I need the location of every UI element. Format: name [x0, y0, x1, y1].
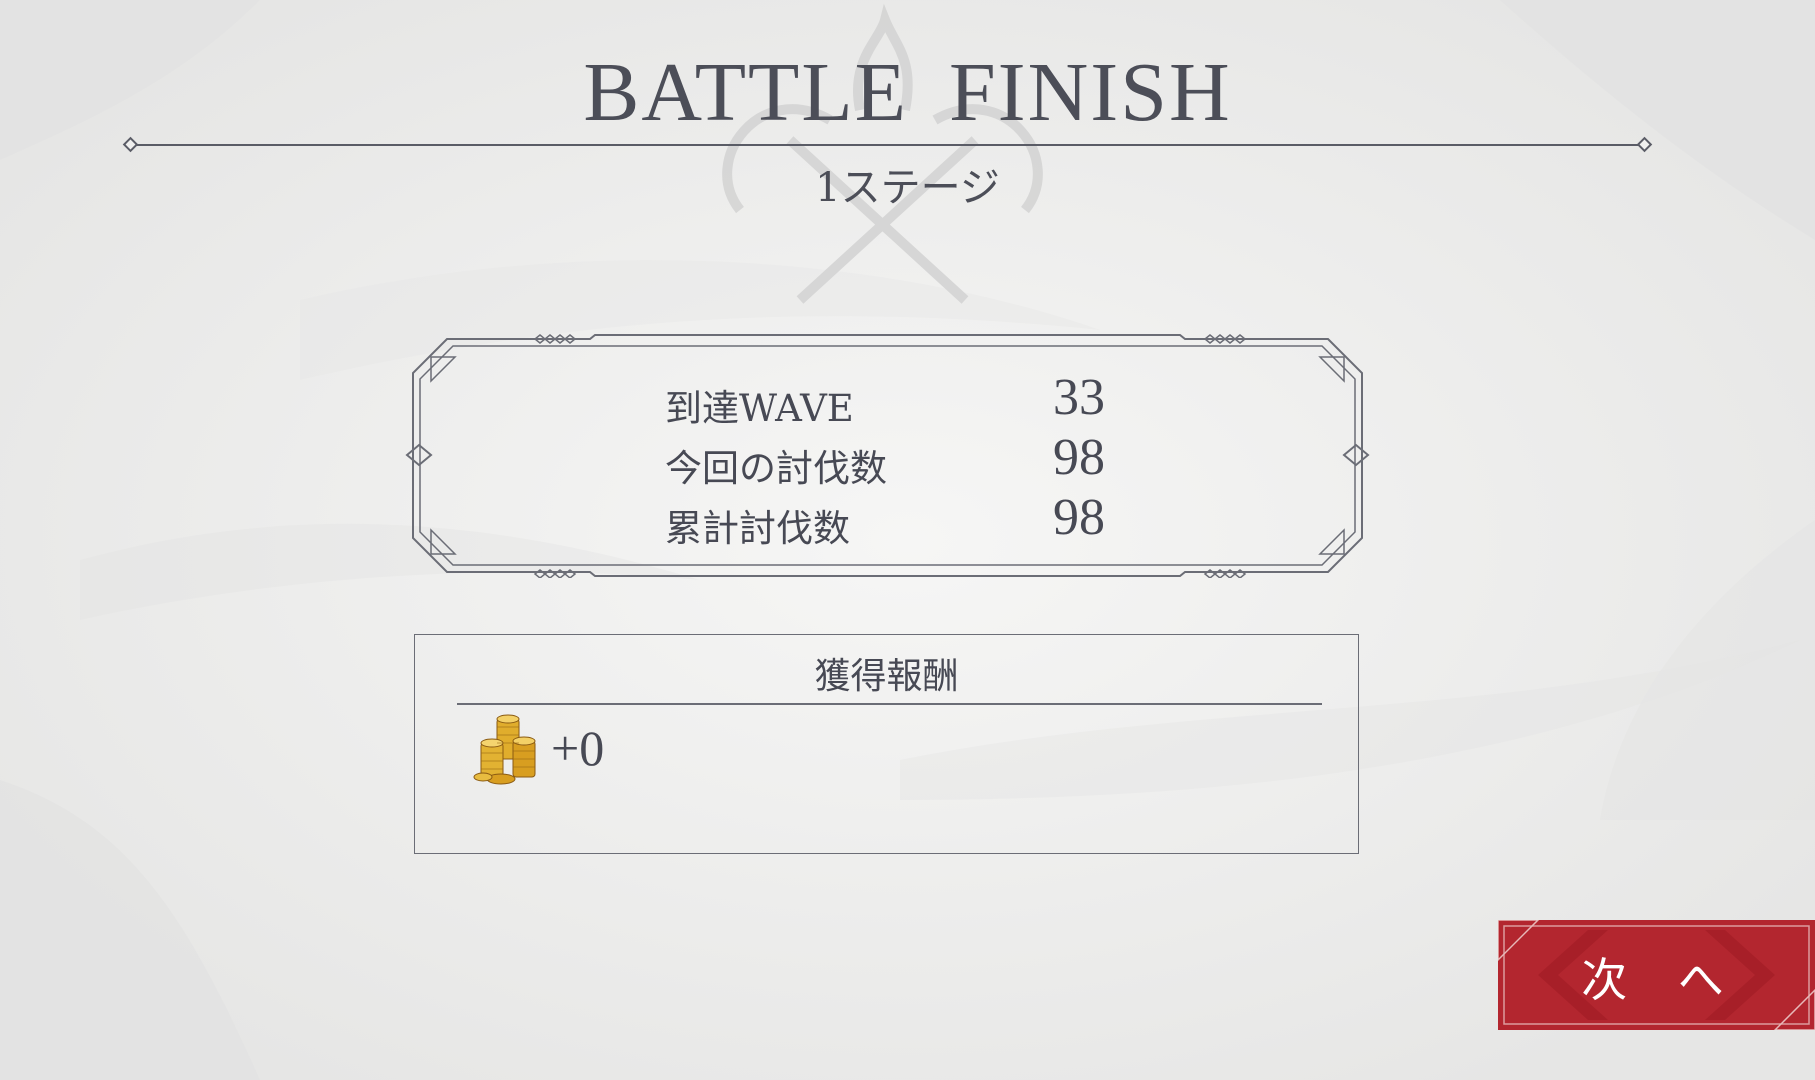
next-button-label: 次 へ: [1581, 953, 1742, 1007]
reward-divider: [457, 703, 1322, 705]
stat-label: 今回の討伐数: [665, 447, 887, 490]
stat-value: 33: [1053, 369, 1105, 426]
reward-title: 獲得報酬: [814, 656, 959, 697]
stat-value: 98: [1053, 489, 1105, 546]
reward-panel: 獲得報酬 +0: [414, 634, 1359, 854]
stat-label: 到達WAVE: [665, 387, 854, 430]
gold-coins-icon: [473, 714, 536, 785]
next-button[interactable]: 次 へ: [1498, 920, 1815, 1030]
stat-label: 累計討伐数: [665, 507, 850, 550]
reward-amount: +0: [551, 720, 605, 776]
stage-label: 1ステージ: [815, 165, 1000, 211]
reward-item: +0: [473, 713, 773, 793]
page-title: BATTLE FINISH: [583, 46, 1232, 139]
stat-row-total-kills: 累計討伐数 98: [665, 489, 1145, 554]
stat-value: 98: [1053, 429, 1105, 486]
stat-row-current-kills: 今回の討伐数 98: [665, 429, 1145, 494]
stat-row-wave: 到達WAVE 33: [665, 369, 1145, 434]
